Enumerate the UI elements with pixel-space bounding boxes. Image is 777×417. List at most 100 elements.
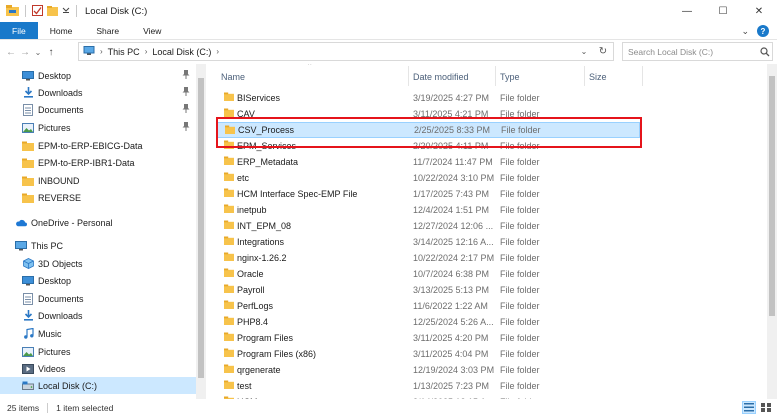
details-view-button[interactable]: [742, 401, 756, 414]
pin-icon[interactable]: [182, 70, 190, 81]
nav-item-pictures-pc[interactable]: Pictures: [0, 343, 196, 360]
nav-item-3d-objects[interactable]: 3D Objects: [0, 255, 196, 272]
column-divider[interactable]: [408, 66, 409, 86]
nav-item-this-pc[interactable]: This PC: [0, 237, 196, 254]
nav-item-label: Videos: [38, 363, 66, 374]
file-row[interactable]: Integrations 3/14/2025 12:16 A... File fol…: [217, 234, 640, 250]
file-row[interactable]: BIServices 3/19/2025 4:27 PM File folder: [217, 90, 640, 106]
up-button[interactable]: ↑: [44, 42, 58, 62]
file-row[interactable]: etc 10/22/2024 3:10 PM File folder: [217, 170, 640, 186]
nav-item-desktop-pc[interactable]: Desktop: [0, 272, 196, 289]
nav-item-inbound[interactable]: INBOUND: [0, 172, 196, 189]
tab-share[interactable]: Share: [84, 22, 131, 39]
maximize-button[interactable]: ☐: [705, 0, 741, 22]
tab-view[interactable]: View: [131, 22, 173, 39]
nav-item-onedrive[interactable]: OneDrive - Personal: [0, 214, 196, 231]
breadcrumb-local-disk[interactable]: Local Disk (C:): [152, 47, 211, 57]
file-row[interactable]: Program Files 3/11/2025 4:20 PM File folde…: [217, 330, 640, 346]
file-row[interactable]: Oracle 10/7/2024 6:38 PM File folder: [217, 266, 640, 282]
file-row[interactable]: HCM Interface Spec-EMP File 1/17/2025 7:4…: [217, 186, 640, 202]
column-header-date[interactable]: Date modified: [413, 69, 469, 85]
downloads-icon: [22, 310, 34, 322]
nav-item-label: Desktop: [38, 275, 72, 286]
nav-item-label: Desktop: [38, 70, 72, 81]
recent-locations-button[interactable]: ⌄: [32, 42, 44, 62]
file-row[interactable]: Program Files (x86) 3/11/2025 4:04 PM File…: [217, 346, 640, 362]
details-view-icon: [744, 403, 754, 412]
scrollbar-thumb[interactable]: [769, 76, 775, 316]
expand-ribbon-icon[interactable]: ⌄: [741, 26, 749, 37]
pin-icon[interactable]: [182, 122, 190, 133]
file-row[interactable]: inetpub 12/4/2024 1:51 PM File folder: [217, 202, 640, 218]
nav-item-epm-ebicg[interactable]: EPM-to-ERP-EBICG-Data: [0, 137, 196, 154]
column-header-size[interactable]: Size: [589, 69, 607, 85]
status-bar: 25 items 1 item selected: [0, 399, 777, 417]
address-bar[interactable]: › This PC › Local Disk (C:) › ⌄ ↻: [78, 42, 614, 61]
scrollbar-thumb[interactable]: [198, 78, 204, 378]
minimize-button[interactable]: —: [669, 0, 705, 22]
new-folder-icon[interactable]: [47, 5, 58, 18]
nav-item-music[interactable]: Music: [0, 325, 196, 342]
nav-item-reverse[interactable]: REVERSE: [0, 189, 196, 206]
folder-icon: [224, 188, 234, 199]
view-switcher: [742, 401, 773, 414]
back-button[interactable]: ←: [4, 42, 18, 62]
nav-item-documents[interactable]: Documents: [0, 101, 196, 118]
folder-icon: [224, 236, 234, 247]
close-button[interactable]: ✕: [741, 0, 777, 22]
search-icon[interactable]: [760, 47, 770, 59]
column-header-type[interactable]: Type: [500, 69, 520, 85]
nav-item-epm-ibr1[interactable]: EPM-to-ERP-IBR1-Data: [0, 154, 196, 171]
pictures-icon: [22, 122, 34, 134]
file-row[interactable]: ERP_Metadata 11/7/2024 11:47 PM File folde…: [217, 154, 640, 170]
drive-icon: [22, 380, 34, 392]
file-list-scrollbar[interactable]: [767, 64, 777, 399]
file-row[interactable]: Payroll 3/13/2025 5:13 PM File folder: [217, 282, 640, 298]
nav-item-downloads-pc[interactable]: Downloads: [0, 307, 196, 324]
file-row[interactable]: INT_EPM_08 12/27/2024 12:06 ... File folde…: [217, 218, 640, 234]
breadcrumb-this-pc[interactable]: This PC: [108, 47, 140, 57]
nav-item-label: Music: [38, 328, 62, 339]
nav-item-videos[interactable]: Videos: [0, 360, 196, 377]
file-row[interactable]: test 1/13/2025 7:23 PM File folder: [217, 378, 640, 394]
file-type: File folder: [500, 301, 540, 311]
column-divider[interactable]: [584, 66, 585, 86]
file-date-modified: 3/13/2025 5:13 PM: [413, 285, 490, 295]
nav-item-label: This PC: [31, 240, 64, 251]
file-type: File folder: [500, 269, 540, 279]
search-input[interactable]: Search Local Disk (C:): [622, 42, 773, 61]
nav-pane-scrollbar[interactable]: [196, 64, 206, 399]
nav-item-downloads[interactable]: Downloads: [0, 84, 196, 101]
refresh-button[interactable]: ↻: [593, 43, 613, 60]
tab-file[interactable]: File: [0, 22, 38, 39]
tab-home[interactable]: Home: [38, 22, 85, 39]
this-pc-small-icon: [83, 45, 95, 58]
column-divider[interactable]: [642, 66, 643, 86]
nav-item-documents-pc[interactable]: Documents: [0, 290, 196, 307]
properties-icon[interactable]: [32, 4, 43, 18]
forward-button[interactable]: →: [18, 42, 32, 62]
explorer-app-icon[interactable]: [6, 4, 19, 18]
folder-icon: [224, 316, 234, 327]
file-row[interactable]: PHP8.4 12/25/2024 5:26 A... File folder: [217, 314, 640, 330]
folder-icon: [22, 157, 34, 169]
nav-item-label: Documents: [38, 104, 84, 115]
pin-icon[interactable]: [182, 87, 190, 98]
nav-item-local-disk[interactable]: Local Disk (C:): [0, 377, 196, 394]
file-row[interactable]: nginx-1.26.2 10/22/2024 2:17 PM File folde…: [217, 250, 640, 266]
address-dropdown-button[interactable]: ⌄: [577, 43, 591, 60]
file-row[interactable]: qrgenerate 12/19/2024 3:03 PM File folder: [217, 362, 640, 378]
file-name: ERP_Metadata: [237, 157, 299, 167]
pin-icon[interactable]: [182, 104, 190, 115]
large-icons-view-button[interactable]: [759, 401, 773, 414]
help-icon[interactable]: ?: [757, 25, 769, 37]
file-row[interactable]: PerfLogs 11/6/2022 1:22 AM File folder: [217, 298, 640, 314]
folder-icon: [22, 192, 34, 204]
file-type: File folder: [500, 93, 540, 103]
nav-item-desktop[interactable]: Desktop: [0, 67, 196, 84]
nav-item-pictures[interactable]: Pictures: [0, 119, 196, 136]
column-divider[interactable]: [495, 66, 496, 86]
customize-toolbar-chevron-icon[interactable]: [62, 6, 70, 16]
desktop-icon: [22, 70, 34, 82]
column-header-name[interactable]: Name: [221, 69, 245, 85]
